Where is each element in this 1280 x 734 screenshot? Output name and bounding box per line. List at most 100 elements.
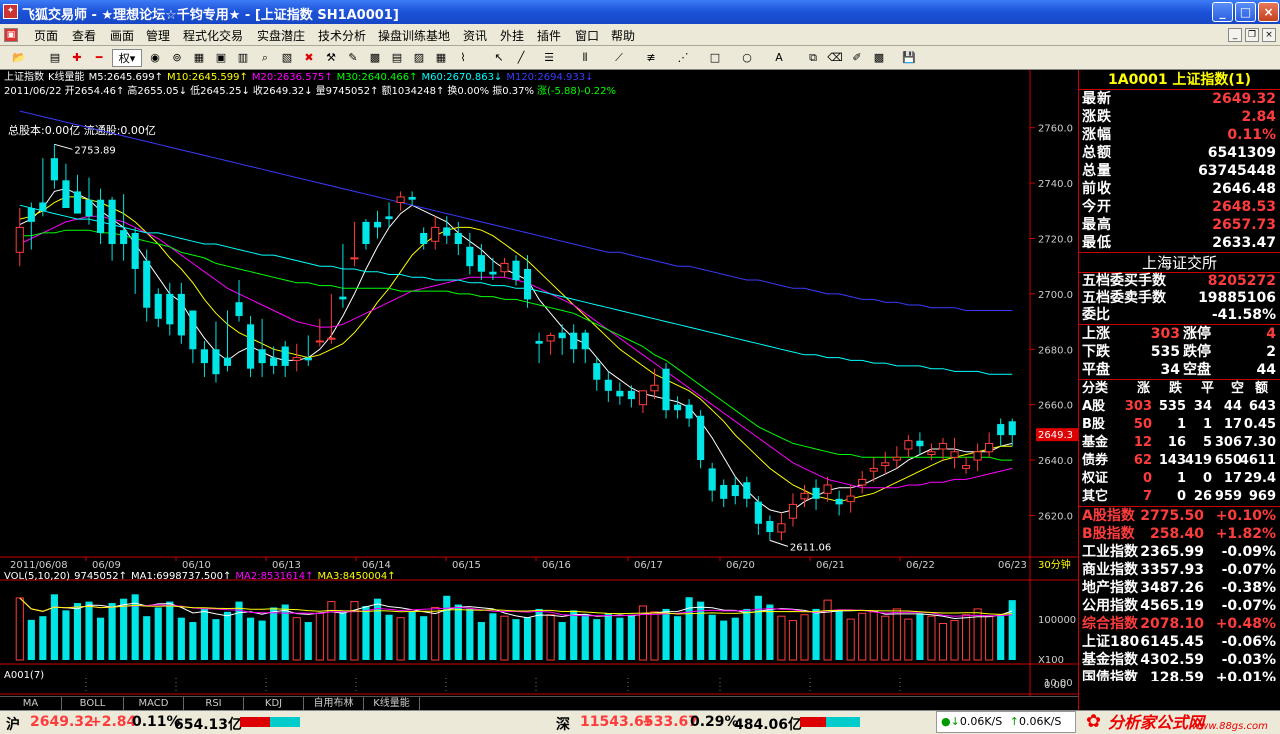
menu-view[interactable]: 查看	[72, 27, 96, 44]
index-row[interactable]: 商业指数 3357.93 -0.07%	[1079, 561, 1280, 579]
layout-icon[interactable]: ▩	[366, 49, 384, 67]
copy-icon[interactable]: ⧉	[804, 49, 822, 67]
menu-program-trade[interactable]: 程式化交易	[183, 27, 243, 44]
menu-help[interactable]: 帮助	[611, 27, 635, 44]
minimize-button[interactable]: _	[1212, 2, 1233, 22]
menu-page[interactable]: 页面	[34, 27, 58, 44]
document-icon[interactable]: ▣	[4, 28, 18, 42]
grid-icon[interactable]: ▦	[190, 49, 208, 67]
menu-training[interactable]: 操盘训练基地	[378, 27, 450, 44]
mdi-close-button[interactable]: ×	[1262, 28, 1276, 42]
candle-body	[143, 260, 151, 308]
menu-tech-analysis[interactable]: 技术分析	[318, 27, 366, 44]
market-table-row[interactable]: 债券 62 143 419 650 4611	[1079, 452, 1280, 470]
eraser-icon[interactable]: ⌫	[826, 49, 844, 67]
quote-value: 63745448	[1198, 163, 1276, 179]
menu-info[interactable]: 资讯	[463, 27, 487, 44]
breadth-value: 4	[1266, 326, 1276, 342]
save-icon[interactable]: 💾	[900, 49, 918, 67]
index-row[interactable]: B股指数 258.40 +1.82%	[1079, 525, 1280, 543]
market-table-row[interactable]: A股 303 535 34 44 643	[1079, 398, 1280, 416]
network-monitor[interactable]: ●↓0.06K/S ↑0.06K/S	[936, 711, 1076, 733]
line-tool-icon[interactable]: ╱	[512, 49, 530, 67]
window-icon[interactable]: ▣	[212, 49, 230, 67]
tab-macd[interactable]: MACD	[124, 697, 184, 711]
market-table-cell: 0	[1202, 471, 1212, 486]
menu-window[interactable]: 窗口	[575, 27, 599, 44]
tab-kdj[interactable]: KDJ	[244, 697, 304, 711]
open-folder-icon[interactable]: 📂	[10, 49, 28, 67]
text-tool-icon[interactable]: A	[770, 49, 788, 67]
index-row[interactable]: 工业指数 2365.99 -0.09%	[1079, 543, 1280, 561]
index-row[interactable]: 综合指数 2078.10 +0.48%	[1079, 615, 1280, 633]
index-row[interactable]: 上证180 6145.45 -0.06%	[1079, 633, 1280, 651]
tab-boll[interactable]: BOLL	[62, 697, 124, 711]
market-table-cell: 12	[1133, 435, 1152, 450]
index-row[interactable]: 基金指数 4302.59 -0.03%	[1079, 651, 1280, 669]
minus-icon[interactable]: ━	[90, 49, 108, 67]
menu-plugins[interactable]: 插件	[537, 27, 561, 44]
crosshair-icon[interactable]: ✚	[68, 49, 86, 67]
x-tick-label: 06/15	[452, 560, 481, 571]
volume-bar	[431, 606, 440, 661]
vline-tool-icon[interactable]: ⦀	[576, 49, 594, 67]
market-table-row[interactable]: 权证 0 1 0 17 29.4	[1079, 470, 1280, 488]
index-row[interactable]: 地产指数 3487.26 -0.38%	[1079, 579, 1280, 597]
mdi-minimize-button[interactable]: _	[1228, 28, 1242, 42]
kline-chart[interactable]: 上证指数 K线量能 M5:2645.699↑ M10:2645.599↑ M20:263…	[0, 70, 1078, 696]
indicator-icon[interactable]: ✖	[300, 49, 318, 67]
y-tick-label: 2720.0	[1038, 234, 1073, 245]
circle-tool-icon[interactable]: ○	[738, 49, 756, 67]
fan-tool-icon[interactable]: ⟋	[610, 49, 628, 67]
index-row[interactable]: 公用指数 4565.19 -0.07%	[1079, 597, 1280, 615]
candle-body	[50, 158, 58, 181]
compare-icon[interactable]: ⊚	[168, 49, 186, 67]
chart-type-icon[interactable]: ◉	[146, 49, 164, 67]
menu-manage[interactable]: 管理	[146, 27, 170, 44]
close-button[interactable]: ×	[1258, 2, 1279, 22]
zoom-icon[interactable]: ▧	[278, 49, 296, 67]
volume-bar	[189, 622, 197, 660]
maximize-button[interactable]: □	[1235, 2, 1256, 22]
f10-icon[interactable]: ▥	[234, 49, 252, 67]
pointer-icon[interactable]: ↖	[490, 49, 508, 67]
index-row[interactable]: A股指数 2775.50 +0.10%	[1079, 507, 1280, 525]
channel-tool-icon[interactable]: ≢	[642, 49, 660, 67]
pen-icon[interactable]: ✎	[344, 49, 362, 67]
rights-dropdown[interactable]: 权▾	[112, 49, 142, 67]
ma-legend-item: M5:2645.699↑	[89, 72, 163, 83]
rsi-icon[interactable]: ▤	[46, 49, 64, 67]
gann-tool-icon[interactable]: ⋰	[674, 49, 692, 67]
tab-ma[interactable]: MA	[0, 697, 62, 711]
menu-screen[interactable]: 画面	[110, 27, 134, 44]
volume-bar	[708, 614, 716, 660]
menu-hidden-dealer[interactable]: 实盘潜庄	[257, 27, 305, 44]
index-row[interactable]: 国债指数 128.59 +0.01%	[1079, 669, 1280, 681]
hline-tool-icon[interactable]: ☰	[540, 49, 558, 67]
mdi-restore-button[interactable]: ❐	[1245, 28, 1259, 42]
market-table-row[interactable]: B股 50 1 1 17 0.45	[1079, 416, 1280, 434]
image-icon[interactable]: ▨	[410, 49, 428, 67]
trend-icon[interactable]: ⌇	[454, 49, 472, 67]
brush-icon[interactable]: ✐	[848, 49, 866, 67]
app-icon[interactable]: ✦	[3, 4, 18, 19]
palette-icon[interactable]: ▩	[870, 49, 888, 67]
volume-bar	[546, 614, 555, 661]
kline-chart-area[interactable]: 上证指数 K线量能 M5:2645.699↑ M10:2645.599↑ M20:263…	[0, 70, 1078, 696]
market-table-row[interactable]: 基金 12 16 5 306 7.30	[1079, 434, 1280, 452]
picture-icon[interactable]: ▦	[432, 49, 450, 67]
candle-body	[223, 357, 232, 366]
tab-kline-volume[interactable]: K线量能	[364, 697, 420, 711]
volume-bar	[39, 616, 47, 660]
tab-custom-boll[interactable]: 自用布林	[304, 697, 364, 711]
ma-legend-item: M10:2645.599↑	[167, 72, 248, 83]
search-icon[interactable]: ⌕	[256, 49, 274, 67]
tools-icon[interactable]: ⚒	[322, 49, 340, 67]
menu-plugin-ext[interactable]: 外挂	[500, 27, 524, 44]
tab-rsi[interactable]: RSI	[184, 697, 244, 711]
table-icon[interactable]: ▤	[388, 49, 406, 67]
market-table-header-cell: 平	[1201, 381, 1215, 396]
market-table-row[interactable]: 其它 7 0 26 959 969	[1079, 488, 1280, 506]
volume-bar	[523, 617, 532, 660]
rect-tool-icon[interactable]: □	[706, 49, 724, 67]
